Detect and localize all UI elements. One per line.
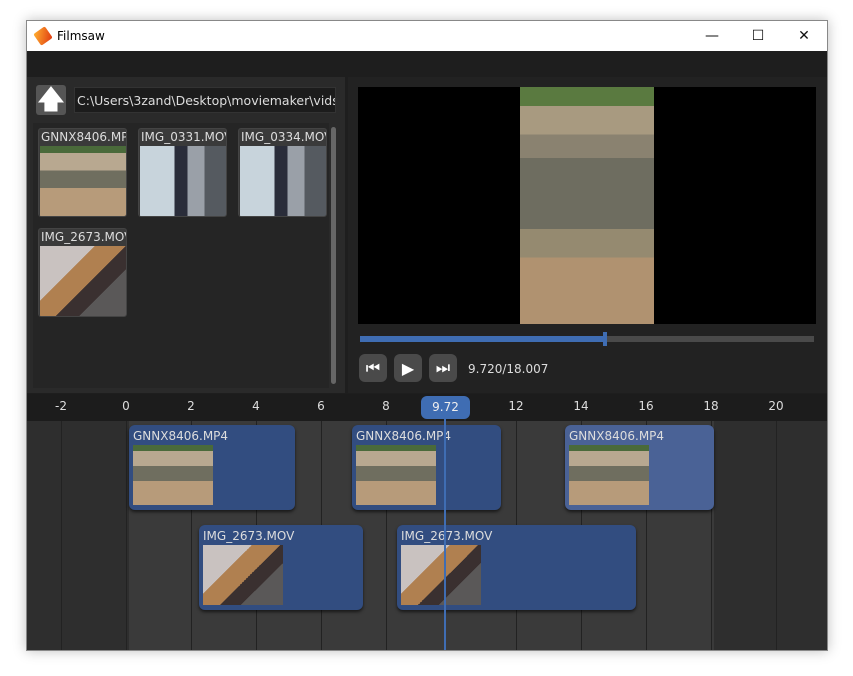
timeline-clip[interactable]: GNNX8406.MP4: [352, 425, 501, 510]
timeline-tick-label: 16: [638, 399, 654, 413]
timeline-clip[interactable]: GNNX8406.MP4: [129, 425, 295, 510]
play-button[interactable]: ▶: [394, 354, 422, 382]
maximize-button[interactable]: ☐: [735, 21, 781, 51]
timeline-tick-label: 4: [252, 399, 260, 413]
window-title: Filmsaw: [57, 29, 105, 43]
timeline-tick-label: 14: [573, 399, 589, 413]
timeline-clip[interactable]: IMG_2673.MOV: [397, 525, 636, 610]
clip-name: GNNX8406.MP4: [356, 429, 452, 443]
file-item[interactable]: GNNX8406.MP4: [38, 128, 127, 217]
timeline-clip[interactable]: IMG_2673.MOV: [199, 525, 363, 610]
file-name: GNNX8406.MP4: [41, 130, 126, 144]
file-thumbnail: [40, 146, 126, 216]
seek-bar[interactable]: [360, 332, 814, 346]
file-item[interactable]: IMG_0331.MOV: [138, 128, 227, 217]
file-name: IMG_0331.MOV: [141, 130, 226, 144]
seek-bar-fill: [360, 336, 606, 342]
timeline-tick-label: 6: [317, 399, 325, 413]
file-thumbnail: [40, 246, 126, 316]
close-button[interactable]: ✕: [781, 21, 827, 51]
playhead-line[interactable]: [444, 418, 446, 650]
playhead-label[interactable]: 9.72: [421, 396, 470, 419]
file-item[interactable]: IMG_0334.MOV: [238, 128, 327, 217]
timeline-gridline: [61, 421, 62, 650]
timeline-tick-label: 8: [382, 399, 390, 413]
timeline-tick-label: -2: [55, 399, 67, 413]
play-icon: ▶: [401, 358, 415, 378]
up-folder-button[interactable]: 🡅: [36, 85, 66, 115]
clip-thumbnail: [133, 445, 213, 505]
clip-name: IMG_2673.MOV: [401, 529, 493, 543]
skip-forward-button[interactable]: ⏭: [429, 354, 457, 382]
file-thumbnail: [140, 146, 226, 216]
path-input[interactable]: C:\Users\3zand\Desktop\moviemaker\vids: [74, 87, 336, 113]
skip-back-button[interactable]: ⏮: [359, 354, 387, 382]
video-frame: [520, 87, 654, 324]
file-item[interactable]: IMG_2673.MOV: [38, 228, 127, 317]
seek-bar-handle[interactable]: [603, 332, 608, 346]
timeline-tick-label: 20: [768, 399, 784, 413]
clip-thumbnail: [356, 445, 436, 505]
file-name: IMG_2673.MOV: [41, 230, 126, 244]
skip-forward-icon: ⏭: [435, 358, 451, 377]
clip-thumbnail: [569, 445, 649, 505]
timeline-tick-label: 2: [187, 399, 195, 413]
clip-name: IMG_2673.MOV: [203, 529, 295, 543]
timeline-tick-label: 12: [508, 399, 524, 413]
clip-name: GNNX8406.MP4: [569, 429, 665, 443]
timeline-tick-label: 0: [122, 399, 130, 413]
file-grid-scrollbar[interactable]: [331, 127, 336, 384]
timeline-clip-selected[interactable]: GNNX8406.MP4: [565, 425, 714, 510]
file-name: IMG_0334.MOV: [241, 130, 326, 144]
filmsaw-logo-icon: [33, 26, 53, 46]
timeline-tick-label: 18: [703, 399, 719, 413]
video-preview: [358, 87, 816, 324]
arrow-up-icon: 🡅: [37, 85, 65, 115]
time-display: 9.720/18.007: [468, 362, 549, 376]
file-thumbnail: [240, 146, 326, 216]
timeline-gridline: [776, 421, 777, 650]
title-bar: Filmsaw — ☐ ✕: [27, 21, 827, 51]
clip-name: GNNX8406.MP4: [133, 429, 229, 443]
skip-back-icon: ⏮: [365, 358, 381, 377]
minimize-button[interactable]: —: [689, 21, 735, 51]
timeline-gridline: [126, 421, 127, 650]
clip-thumbnail: [203, 545, 283, 605]
clip-thumbnail: [401, 545, 481, 605]
